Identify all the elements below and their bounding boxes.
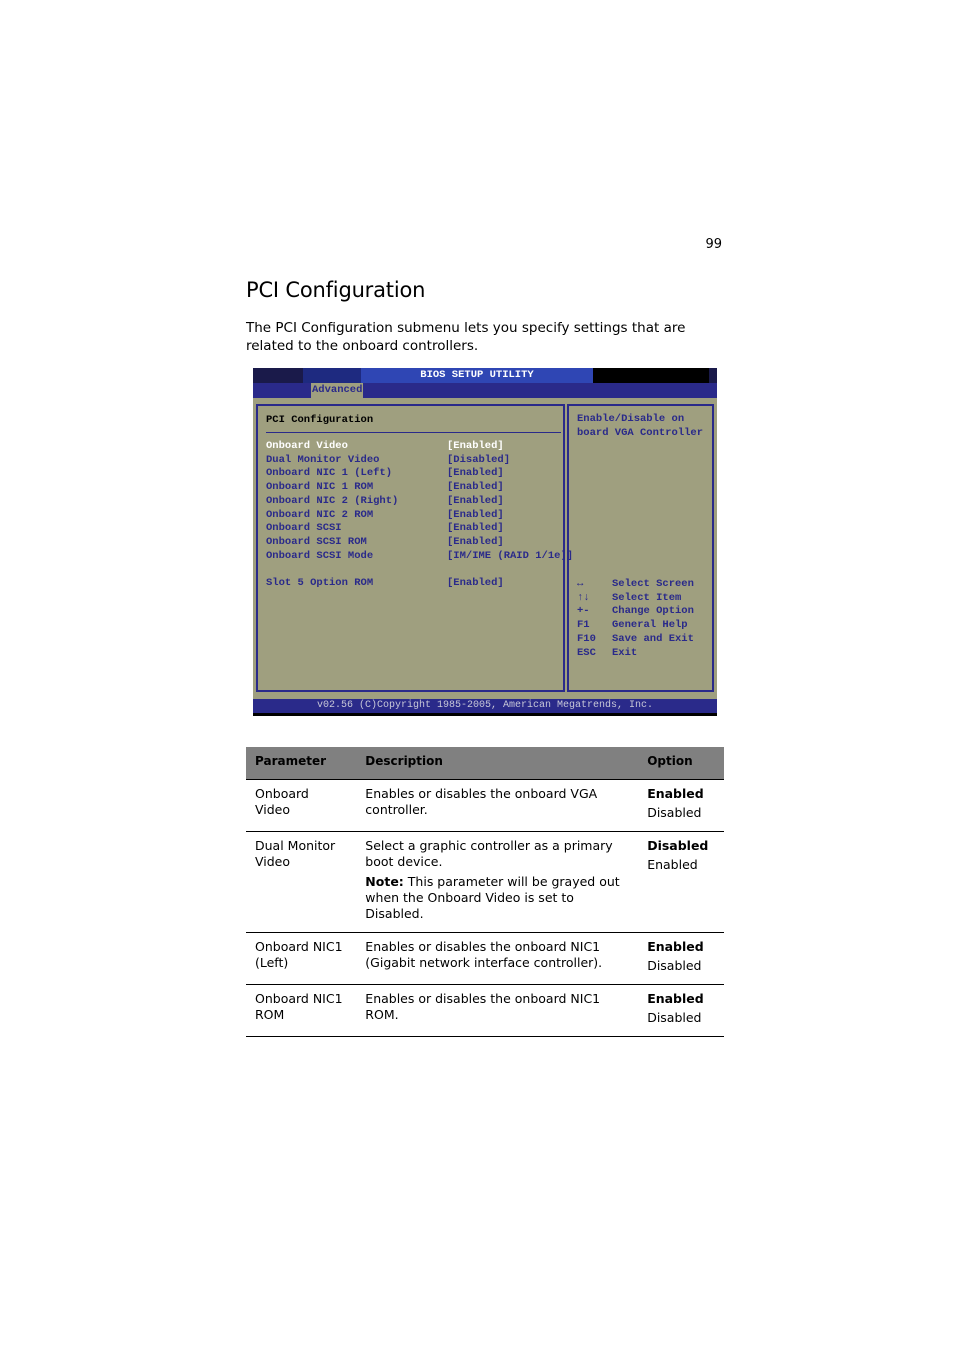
cell-parameter: Onboard NIC1 ROM xyxy=(246,984,357,1037)
bios-key-legend: ↔ Select Screen ↑↓ Select Item +- Change Op… xyxy=(577,578,694,660)
bios-help-text: Enable/Disable on board VGA Controller xyxy=(577,413,704,439)
cell-option: Disabled Enabled xyxy=(638,831,724,933)
parameter-table: Parameter Description Option Onboard Vid… xyxy=(246,747,724,1037)
intro-paragraph: The PCI Configuration submenu lets you s… xyxy=(246,320,686,354)
page-number: 99 xyxy=(705,237,722,252)
bios-item-scsi[interactable]: Onboard SCSI [Enabled] xyxy=(266,522,566,535)
cell-description: Select a graphic controller as a primary… xyxy=(356,831,639,933)
note: Note: This parameter will be grayed out … xyxy=(365,874,620,921)
bios-item-slot5-rom[interactable]: Slot 5 Option ROM [Enabled] xyxy=(266,577,566,590)
bios-title: BIOS SETUP UTILITY xyxy=(420,369,534,381)
bios-item-nic1[interactable]: Onboard NIC 1 (Left) [Enabled] xyxy=(266,467,566,480)
bios-item-scsi-mode[interactable]: Onboard SCSI Mode [IM/IME (RAID 1/1e)] xyxy=(266,550,573,563)
cell-parameter: Dual Monitor Video xyxy=(246,831,357,933)
key-hint: ↑↓ Select Item xyxy=(577,591,682,604)
bios-copyright-footer: v02.56 (C)Copyright 1985-2005, American … xyxy=(253,699,717,713)
table-row: Onboard NIC1 ROM Enables or disables the… xyxy=(246,984,724,1037)
bios-item-nic1-rom[interactable]: Onboard NIC 1 ROM [Enabled] xyxy=(266,481,566,494)
page-title: PCI Configuration xyxy=(246,278,426,302)
table-row: Onboard NIC1 (Left) Enables or disables … xyxy=(246,932,724,985)
bios-item-onboard-video[interactable]: Onboard Video [Enabled] xyxy=(266,440,566,453)
table-row: Onboard Video Enables or disables the on… xyxy=(246,779,724,832)
table-row: Dual Monitor Video Select a graphic cont… xyxy=(246,831,724,933)
header-parameter: Parameter xyxy=(246,747,357,780)
cell-description: Enables or disables the onboard VGA cont… xyxy=(356,779,639,832)
cell-option: Enabled Disabled xyxy=(638,932,724,985)
cell-parameter: Onboard Video xyxy=(246,779,357,832)
bios-item-nic2[interactable]: Onboard NIC 2 (Right) [Enabled] xyxy=(266,495,566,508)
bios-screenshot: BIOS SETUP UTILITY Advanced PCI Configur… xyxy=(253,368,717,716)
key-hint: +- Change Option xyxy=(577,605,694,618)
bios-item-dual-monitor-video[interactable]: Dual Monitor Video [Disabled] xyxy=(266,454,566,467)
header-option: Option xyxy=(638,747,724,780)
cell-description: Enables or disables the onboard NIC1 (Gi… xyxy=(356,932,639,985)
cell-description: Enables or disables the onboard NIC1 ROM… xyxy=(356,984,639,1037)
table-header-row: Parameter Description Option xyxy=(246,747,724,780)
cell-option: Enabled Disabled xyxy=(638,779,724,832)
bios-title-bar: BIOS SETUP UTILITY xyxy=(253,368,717,383)
bios-help-panel: Enable/Disable on board VGA Controller ↔ S… xyxy=(567,404,714,692)
key-hint: F10 Save and Exit xyxy=(577,632,694,645)
key-hint: F1 General Help xyxy=(577,619,688,632)
header-description: Description xyxy=(356,747,639,780)
bios-tab-advanced[interactable]: Advanced xyxy=(311,383,364,398)
divider xyxy=(266,432,561,433)
bios-main-panel: PCI Configuration Onboard Video [Enabled]… xyxy=(256,404,573,692)
key-hint: ESC Exit xyxy=(577,646,638,659)
cell-option: Enabled Disabled xyxy=(638,984,724,1037)
bios-section-title: PCI Configuration xyxy=(266,414,374,426)
bios-item-scsi-rom[interactable]: Onboard SCSI ROM [Enabled] xyxy=(266,536,566,549)
bios-item-nic2-rom[interactable]: Onboard NIC 2 ROM [Enabled] xyxy=(266,509,566,522)
key-hint: ↔ Select Screen xyxy=(577,578,694,590)
cell-parameter: Onboard NIC1 (Left) xyxy=(246,932,357,985)
